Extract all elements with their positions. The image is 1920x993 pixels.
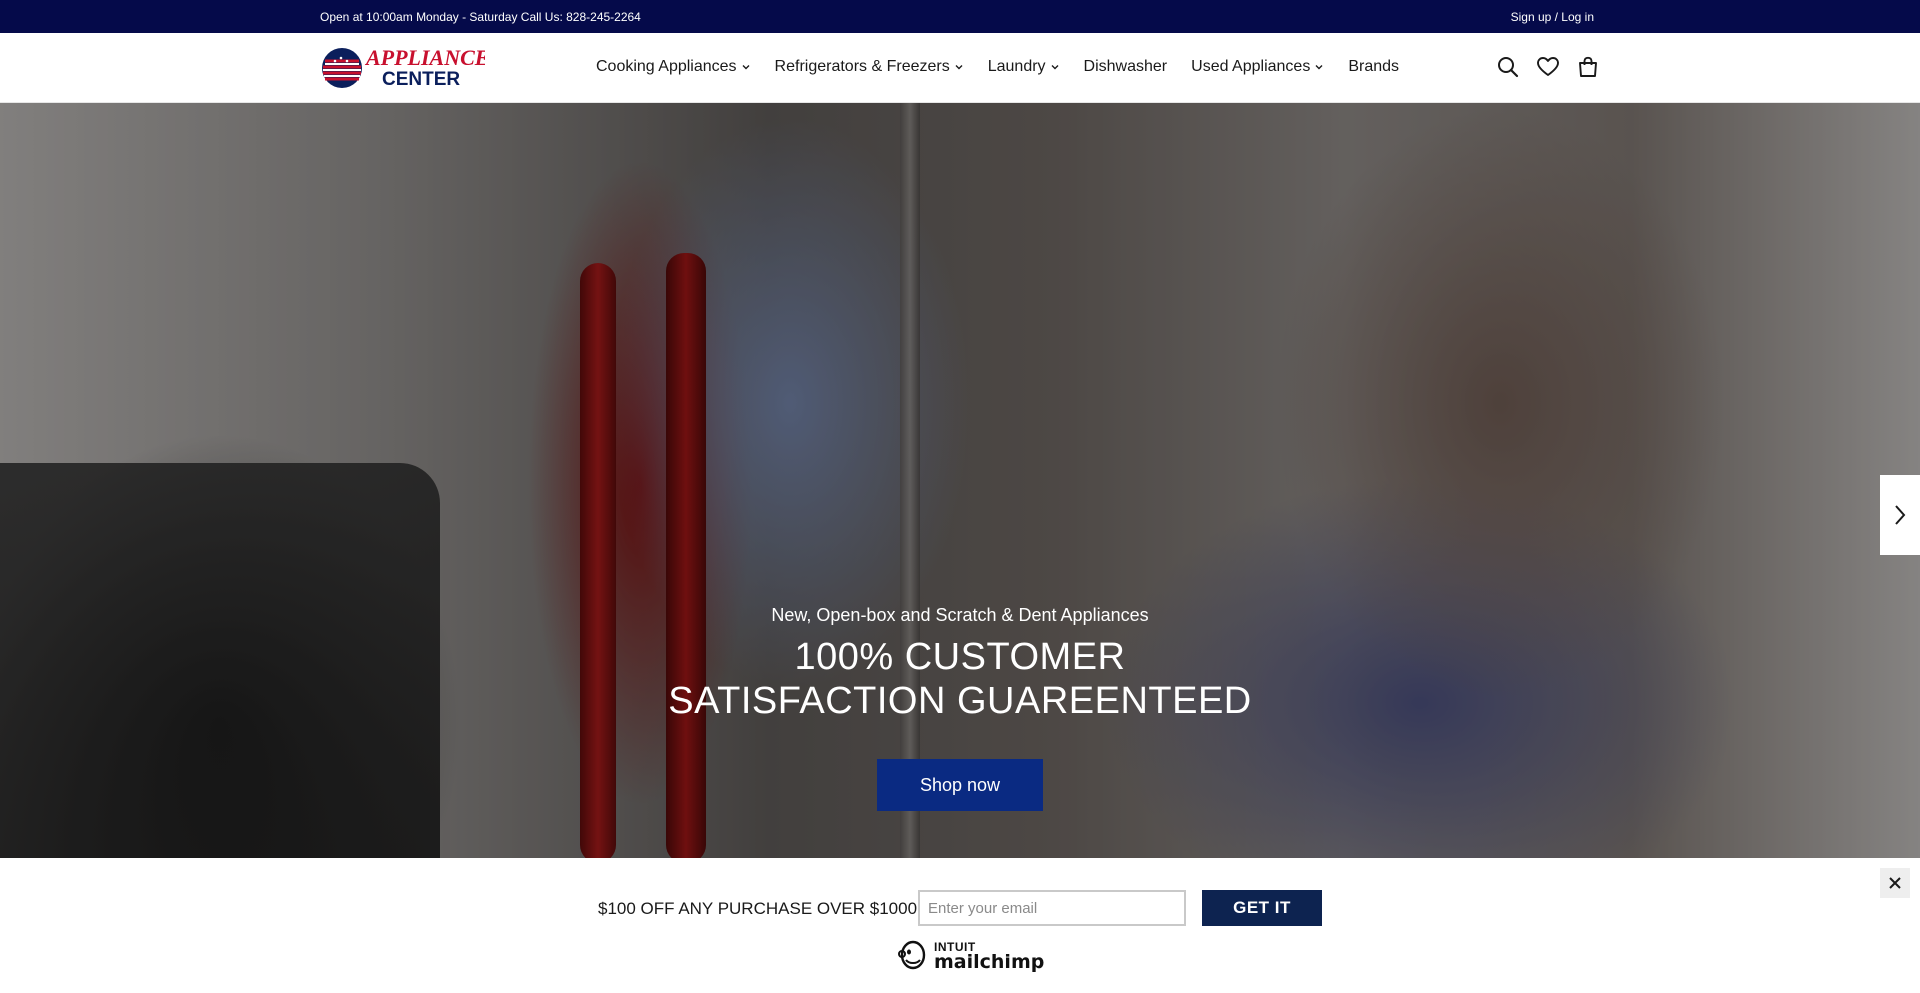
mailchimp-freddie-icon [898,940,926,970]
announcement-bar: Open at 10:00am Monday - Saturday Call U… [0,0,1920,33]
email-signup-popup: $100 OFF ANY PURCHASE OVER $1000! GET IT… [0,858,1920,993]
bag-icon[interactable] [1576,55,1600,79]
chevron-down-icon [742,65,750,70]
close-icon [1889,877,1901,889]
mailchimp-wordmark: mailchimp [934,950,1045,973]
nav-item-refrigerators-freezers[interactable]: Refrigerators & Freezers [775,58,964,76]
shop-now-button[interactable]: Shop now [877,759,1043,811]
svg-text:APPLIANCE: APPLIANCE [364,47,485,70]
hero-subtitle: New, Open-box and Scratch & Dent Applian… [771,605,1149,625]
nav-item-label: Used Appliances [1191,58,1311,75]
store-hours-text: Open at 10:00am Monday - Saturday Call U… [320,10,641,24]
chevron-down-icon [1315,65,1323,70]
nav-item-label: Brands [1348,58,1400,75]
header-actions [1496,55,1600,79]
sign-up-login-link[interactable]: Sign up / Log in [1511,10,1594,24]
offer-text: $100 OFF ANY PURCHASE OVER $1000! [598,899,922,918]
nav-item-used-appliances[interactable]: Used Appliances [1191,58,1324,76]
get-it-button[interactable]: GET IT [1202,890,1322,926]
main-navigation: Cooking Appliances Refrigerators & Freez… [596,58,1399,76]
nav-item-laundry[interactable]: Laundry [988,58,1060,76]
nav-item-label: Refrigerators & Freezers [774,58,950,75]
close-popup-button[interactable] [1880,868,1910,898]
email-input[interactable] [918,890,1186,926]
nav-item-label: Dishwasher [1083,58,1168,75]
nav-item-dishwasher[interactable]: Dishwasher [1084,58,1168,76]
nav-item-cooking-appliances[interactable]: Cooking Appliances [596,58,751,76]
nav-item-label: Cooking Appliances [596,58,737,75]
chevron-down-icon [1051,65,1059,70]
site-header: APPLIANCE CENTER Cooking Appliances Refr… [0,33,1920,103]
hero-title: 100% CUSTOMER SATISFACTION GUAREENTEED [668,636,1252,722]
appliance-center-logo[interactable]: APPLIANCE CENTER [320,45,489,90]
nav-item-brands[interactable]: Brands [1348,58,1399,76]
chevron-down-icon [955,65,963,70]
hero-banner: New, Open-box and Scratch & Dent Applian… [0,103,1920,858]
svg-text:CENTER: CENTER [382,69,460,89]
nav-item-label: Laundry [987,58,1046,75]
heart-icon[interactable] [1536,55,1560,79]
intuit-mailchimp-logo: INTUIT mailchimp [898,940,1044,972]
chevron-right-icon [1895,505,1906,525]
slider-next-button[interactable] [1880,475,1920,555]
search-icon[interactable] [1496,55,1520,79]
hero-content: New, Open-box and Scratch & Dent Applian… [0,103,1920,858]
